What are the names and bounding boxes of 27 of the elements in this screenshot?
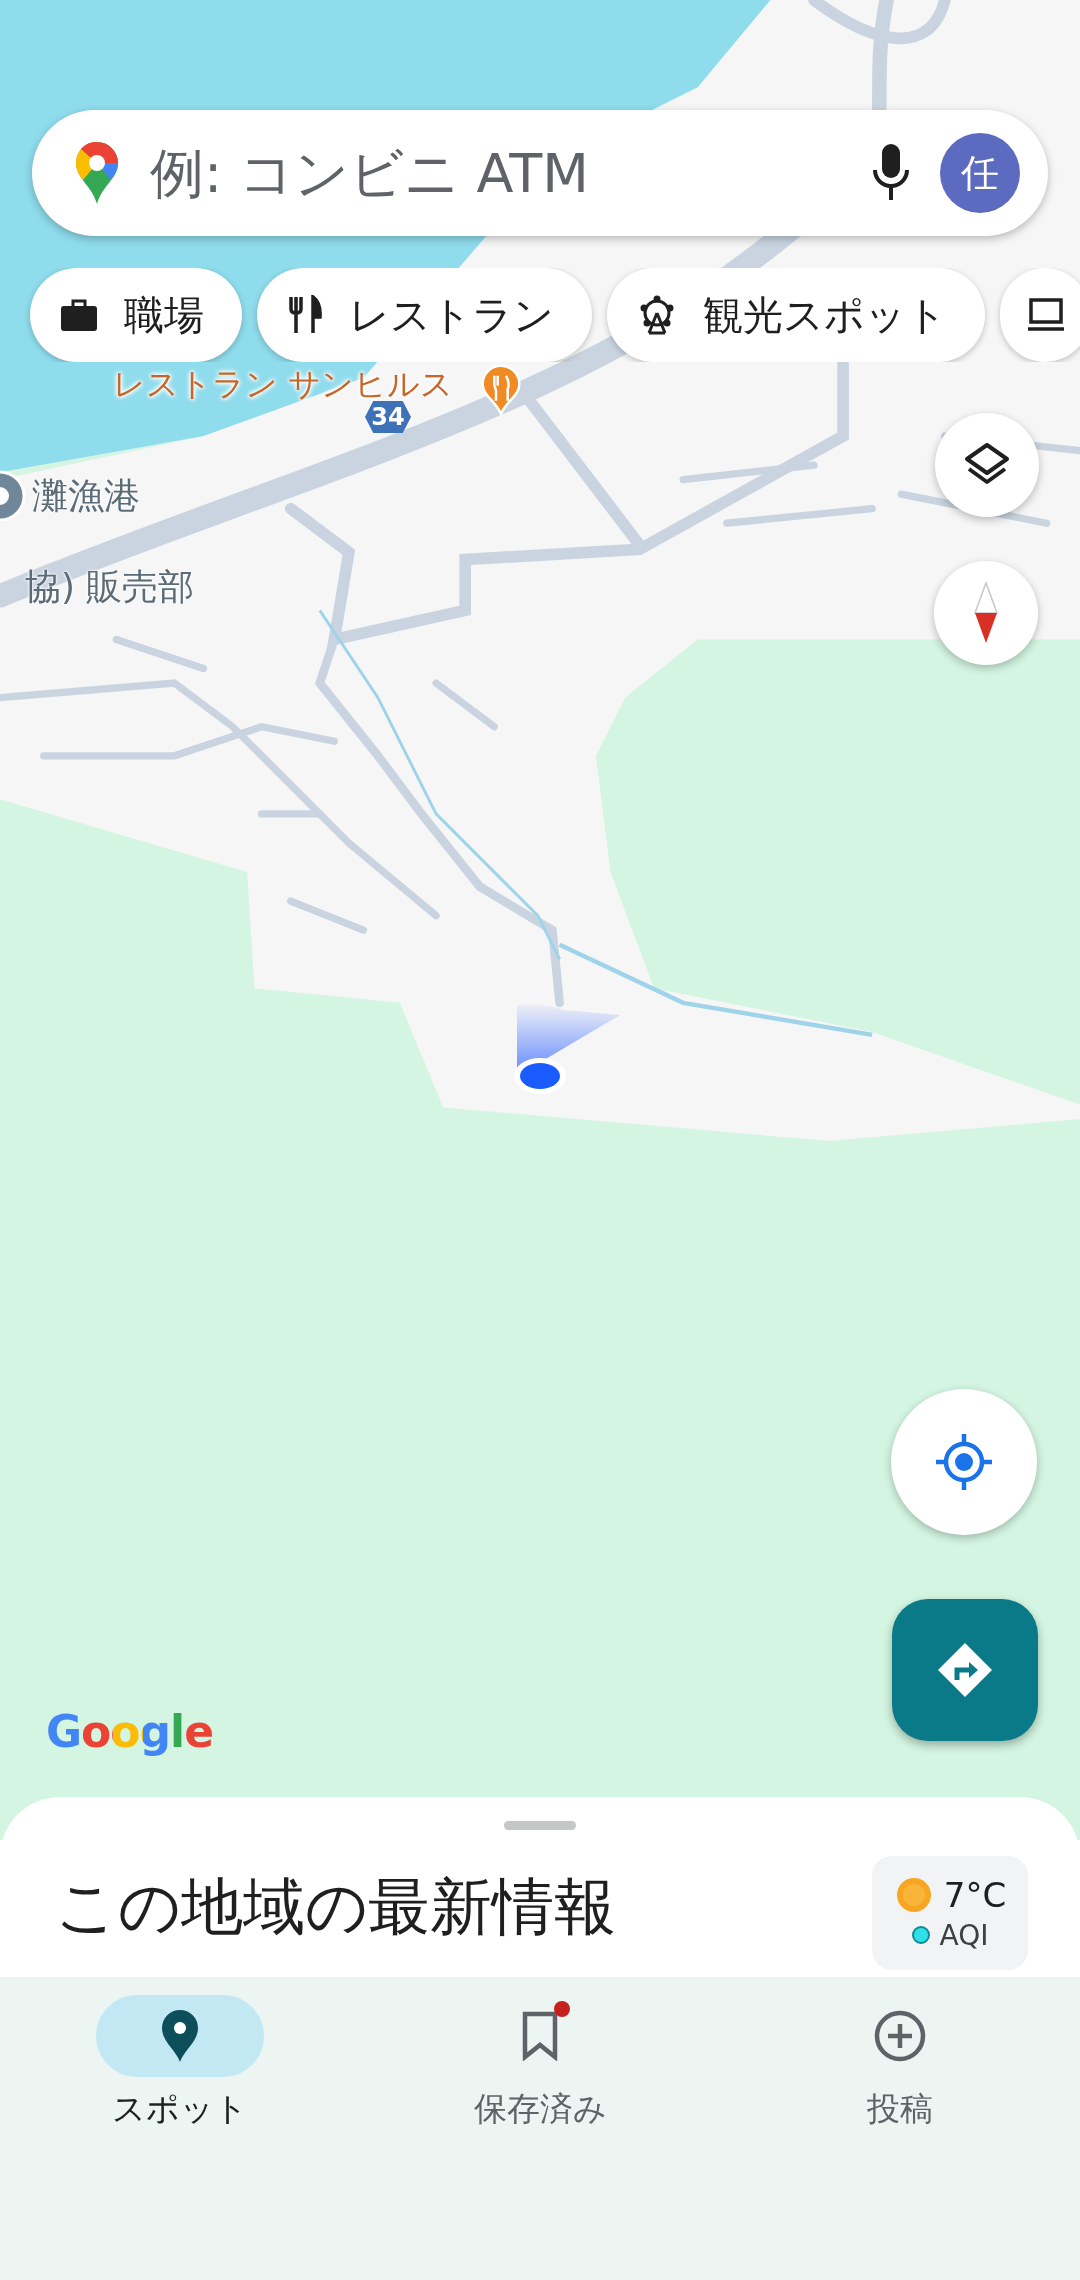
crosshair-icon [934,1432,994,1492]
maps-logo-icon [74,140,120,206]
map-pin-icon [160,2008,200,2064]
monitor-icon [1028,297,1064,333]
fork-knife-icon [287,295,323,335]
weather-card[interactable]: 7°C AQI [872,1856,1028,1970]
nav-tab[interactable]: 投稿 [720,1995,1080,2132]
category-chip[interactable]: レストラン [257,268,592,362]
bookmark-icon [520,2011,560,2061]
sheet-title: この地域の最新情報 [55,1869,616,1945]
directions-button[interactable] [892,1599,1038,1741]
aqi-dot-icon [911,1926,930,1944]
compass-icon [971,581,1001,645]
aqi-label: AQI [939,1918,989,1952]
nav-tab[interactable]: スポット [0,1995,360,2132]
place-label[interactable]: 協) 販売部 [25,565,195,609]
category-chip[interactable]: 観光スポット [607,268,985,362]
search-field[interactable]: 例: コンビニ ATM 任 [32,110,1048,236]
temperature: 7°C [943,1874,1007,1915]
drag-handle[interactable] [504,1821,576,1830]
briefcase-icon [60,298,98,332]
category-chip[interactable]: 職場 [30,268,242,362]
account-avatar[interactable]: 任 [940,133,1020,213]
restaurant-pin-icon[interactable] [481,364,521,416]
nav-tab[interactable]: 保存済み [360,1995,720,2132]
place-label[interactable]: 灘漁港 [32,474,140,518]
add-circle-icon [873,2009,927,2063]
